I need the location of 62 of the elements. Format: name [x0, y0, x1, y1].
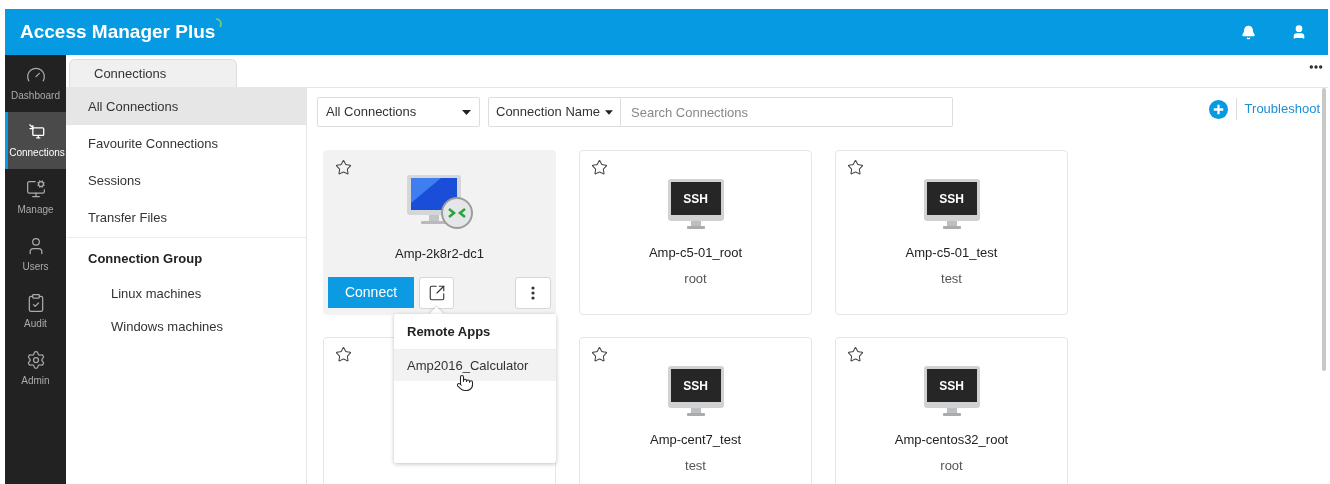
connection-name: Amp-c5-01_test	[905, 244, 998, 262]
group-item[interactable]: Windows machines	[66, 310, 306, 344]
logo-swirl-icon	[215, 18, 224, 29]
connection-name: Amp-centos32_root	[894, 431, 1009, 449]
star-icon[interactable]	[591, 159, 608, 176]
nav-item[interactable]: Audit	[5, 283, 66, 340]
hand-cursor-icon	[456, 373, 474, 393]
star-icon[interactable]	[335, 346, 352, 363]
ssh-label: SSH	[939, 378, 964, 393]
external-window-icon	[427, 283, 446, 302]
connection-card[interactable]: SSH Amp-centos32_root root	[835, 337, 1068, 484]
open-in-window-button[interactable]	[419, 276, 454, 309]
menu-item[interactable]: All Connections	[66, 88, 306, 125]
connection-name: Amp-cent7_test	[649, 431, 741, 449]
connection-card[interactable]: SSH Amp-c5-01_test test	[835, 150, 1068, 315]
star-icon[interactable]	[335, 159, 352, 176]
connection-user: test	[685, 456, 706, 475]
connection-user: root	[940, 456, 963, 475]
monitor-remote-icon	[406, 173, 473, 231]
nav-item[interactable]: Users	[5, 226, 66, 283]
connection-card[interactable]: SSH Amp-c5-01_root root	[579, 150, 812, 315]
menu-item[interactable]: Favourite Connections	[66, 125, 306, 162]
nav-item[interactable]: Admin	[5, 340, 66, 397]
menu-item[interactable]: Transfer Files	[66, 199, 306, 236]
caret-icon	[605, 109, 613, 115]
connections-tab[interactable]: Connections	[69, 59, 237, 87]
caret-icon	[462, 109, 471, 115]
add-icon[interactable]	[1208, 99, 1228, 119]
monitor-icon	[667, 179, 724, 229]
nav-item[interactable]: Dashboard	[5, 55, 66, 112]
connection-name: Amp-c5-01_root	[648, 244, 743, 262]
popup-item[interactable]: Amp2016_Calculator	[394, 350, 556, 381]
ssh-label: SSH	[939, 191, 964, 206]
user-icon[interactable]	[1291, 24, 1307, 40]
field-dropdown[interactable]: Connection Name	[488, 97, 621, 127]
star-icon[interactable]	[591, 346, 608, 363]
star-icon[interactable]	[847, 159, 864, 176]
search-field[interactable]: Search Connections	[621, 97, 953, 127]
monitor-icon	[923, 179, 980, 229]
kebab-icon	[531, 285, 535, 300]
menu-item[interactable]: Sessions	[66, 162, 306, 199]
group-item[interactable]: Linux machines	[66, 276, 306, 310]
monitor-icon	[667, 366, 724, 416]
filter-dropdown[interactable]: All Connections	[317, 97, 480, 127]
connection-card[interactable]: SSH Amp-cent7_test test	[579, 337, 812, 484]
ssh-label: SSH	[683, 191, 708, 206]
monitor-gear-icon	[25, 178, 46, 199]
troubleshoot-link[interactable]: Troubleshoot	[1244, 99, 1320, 119]
nav-item[interactable]: Manage	[5, 169, 66, 226]
group-heading: Connection Group	[87, 250, 204, 268]
monitor-network-icon	[27, 121, 47, 142]
ssh-label: SSH	[683, 378, 708, 393]
gear-icon	[25, 349, 46, 370]
connection-name: Amp-2k8r2-dc1	[395, 245, 484, 263]
connection-card[interactable]: Amp-2k8r2-dc1 Connect	[323, 150, 556, 315]
connection-user: test	[941, 269, 962, 288]
notification-icon[interactable]	[1241, 24, 1256, 40]
monitor-icon	[923, 366, 980, 416]
app-title: Access Manager Plus	[20, 19, 216, 44]
star-icon[interactable]	[847, 346, 864, 363]
nav-item[interactable]: Connections	[5, 112, 66, 169]
connection-user: root	[684, 269, 707, 288]
